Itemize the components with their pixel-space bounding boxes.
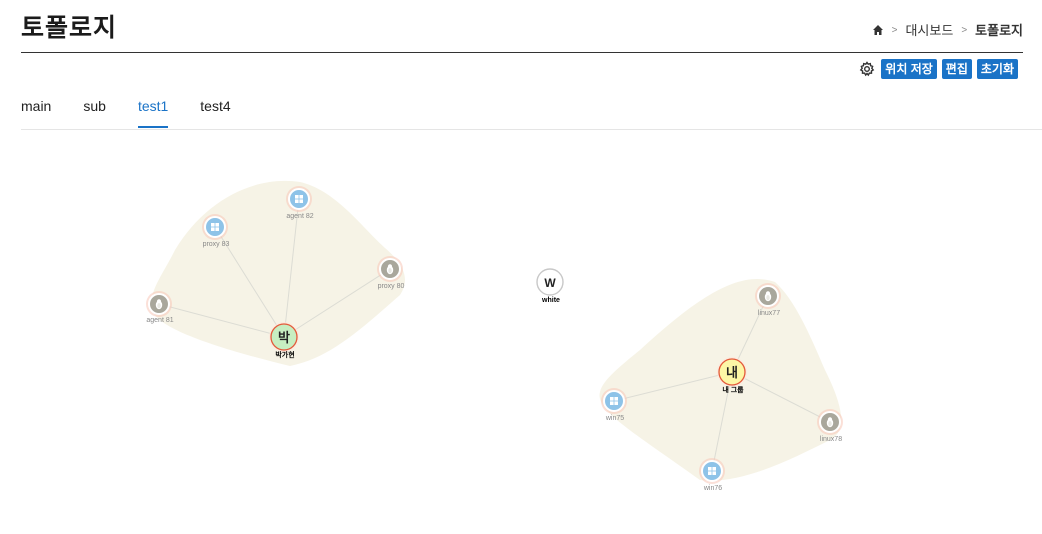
tab-sub[interactable]: sub (83, 98, 106, 128)
agent-node-label: linux78 (820, 436, 842, 443)
tab-main[interactable]: main (21, 98, 51, 128)
agent-node[interactable]: win76 (699, 458, 725, 492)
tab-bar: main sub test1 test4 (21, 98, 263, 128)
edit-button[interactable]: 편집 (941, 59, 972, 79)
standalone-node-initial: W (544, 276, 556, 290)
agent-node-label: agent 82 (286, 213, 313, 220)
gear-icon[interactable] (859, 61, 875, 77)
breadcrumb-separator-icon: > (891, 25, 898, 36)
agent-node-label: proxy 80 (378, 283, 405, 290)
breadcrumb-separator-icon: > (961, 25, 968, 36)
breadcrumb-dashboard[interactable]: 대시보드 (905, 20, 953, 39)
agent-node-label: win76 (703, 485, 722, 492)
group-node-initial: 박 (278, 330, 290, 345)
agent-node-label: win75 (605, 415, 624, 422)
page-title: 토폴로지 (21, 14, 118, 42)
page-header: 토폴로지 > 대시보드 > 토폴로지 (21, 0, 1023, 53)
agent-node-label: proxy 83 (203, 241, 230, 248)
agent-node[interactable]: win75 (601, 388, 627, 422)
group-node-name: 박가현 (275, 350, 294, 359)
toolbar: 위치 저장 편집 초기화 (859, 59, 1018, 79)
breadcrumb: > 대시보드 > 토폴로지 (872, 20, 1023, 39)
tab-test1[interactable]: test1 (137, 98, 169, 128)
agent-node[interactable]: proxy 80 (377, 256, 405, 290)
standalone-node-white[interactable]: W white (536, 268, 564, 304)
agent-node[interactable]: linux78 (817, 409, 843, 443)
group-node-my-group[interactable]: 내 내 그룹 (717, 357, 747, 394)
standalone-node-name: white (541, 297, 560, 304)
home-icon[interactable] (872, 24, 884, 36)
group-node-name: 내 그룹 (722, 385, 744, 394)
agent-node-label: agent 81 (146, 317, 173, 324)
reset-button[interactable]: 초기화 (976, 59, 1018, 79)
save-position-button[interactable]: 위치 저장 (881, 59, 937, 79)
breadcrumb-current: 토폴로지 (975, 23, 1023, 38)
agent-node-label: linux77 (758, 310, 780, 317)
agent-node[interactable]: linux77 (755, 283, 781, 317)
group-node-initial: 내 (726, 365, 738, 380)
topology-canvas[interactable]: 박 박가현 agent 82 proxy 83 proxy 80 agent 8… (0, 130, 1042, 534)
tab-test4[interactable]: test4 (200, 98, 230, 128)
